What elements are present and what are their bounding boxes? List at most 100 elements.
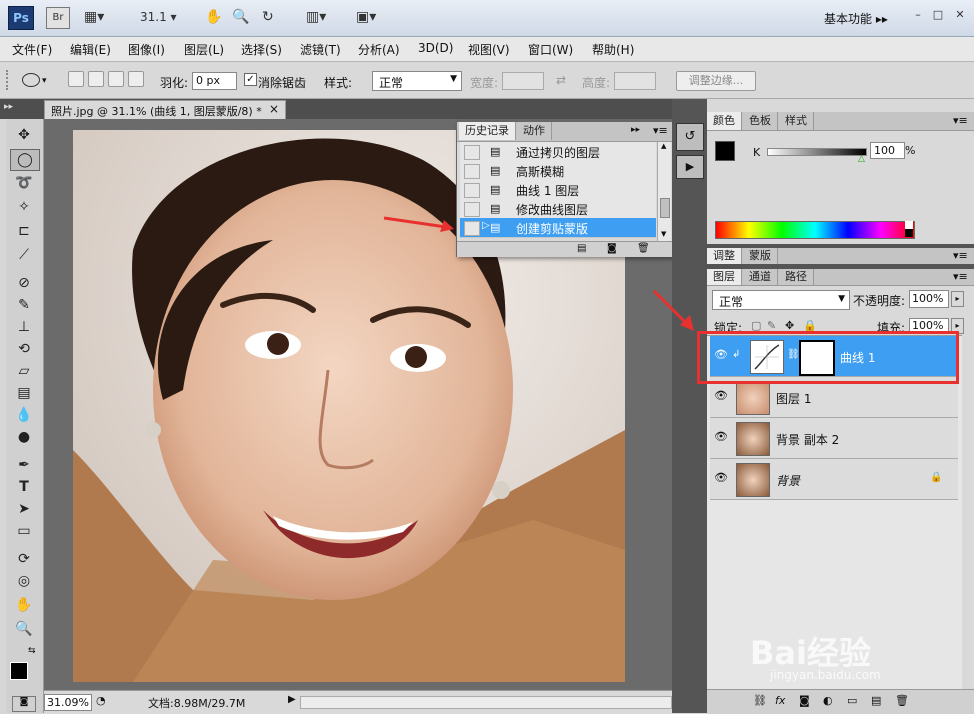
style-select[interactable]: 正常 ▼ [372, 71, 462, 91]
panel-menu-icon[interactable]: ▾≡ [953, 249, 968, 262]
menu-layer[interactable]: 图层(L) [184, 41, 224, 58]
refine-edge-button[interactable]: 调整边缘... [676, 71, 756, 91]
eye-icon[interactable]: 👁 [714, 389, 728, 403]
tab-layers[interactable]: 图层 [707, 269, 742, 285]
layer-row[interactable]: 👁 背景 副本 2 [710, 418, 958, 459]
menu-window[interactable]: 窗口(W) [528, 41, 573, 58]
scroll-thumb[interactable] [660, 198, 670, 218]
antialias-checkbox[interactable]: ✓ [244, 73, 257, 86]
layer-style-icon[interactable]: fx [775, 694, 785, 707]
close-button[interactable]: ✕ [950, 8, 970, 22]
brush-tool-icon[interactable]: ✎ [10, 295, 38, 315]
dodge-tool-icon[interactable]: ● [10, 427, 38, 447]
layer-row[interactable]: 👁 背景 🔒 [710, 459, 958, 500]
create-snapshot-icon[interactable]: ◙ [607, 243, 617, 254]
type-tool-icon[interactable]: T [10, 477, 38, 497]
black-white-swatch[interactable] [905, 221, 913, 237]
lasso-tool-icon[interactable]: ➰ [10, 173, 38, 193]
eraser-tool-icon[interactable]: ▱ [10, 361, 38, 381]
menu-3d[interactable]: 3D(D) [418, 41, 453, 55]
path-selection-tool-icon[interactable]: ➤ [10, 499, 38, 519]
trash-icon[interactable]: 🗑 [637, 243, 650, 254]
collapse-panel-icon[interactable]: ▸▸ [631, 125, 640, 135]
slider-handle-icon[interactable]: △ [858, 154, 865, 164]
hand-tool-icon[interactable]: ✋ [205, 8, 222, 26]
tab-color[interactable]: 颜色 [707, 112, 742, 130]
new-adjustment-layer-icon[interactable]: ◐ [823, 694, 833, 707]
menu-help[interactable]: 帮助(H) [592, 41, 634, 58]
add-selection-icon[interactable] [88, 71, 104, 87]
eye-icon[interactable]: 👁 [714, 430, 728, 444]
status-menu-arrow-icon[interactable]: ▶ [288, 694, 296, 705]
3d-rotate-tool-icon[interactable]: ⟳ [10, 549, 38, 569]
pen-tool-icon[interactable]: ✒ [10, 455, 38, 475]
history-brush-tool-icon[interactable]: ⟲ [10, 339, 38, 359]
history-snapshot-box[interactable] [464, 145, 480, 160]
zoom-field[interactable]: 31.09% [44, 694, 92, 711]
ellipse-marquee-tool-icon[interactable]: ◯ [10, 149, 40, 171]
eye-icon[interactable]: 👁 [714, 471, 728, 485]
history-row[interactable]: ▤ 曲线 1 图层 [460, 180, 656, 200]
quick-mask-icon[interactable]: ◙ [12, 696, 36, 712]
filmstrip-icon[interactable]: ▦▾ [84, 8, 104, 26]
width-input[interactable] [502, 72, 544, 90]
history-snapshot-box[interactable] [464, 202, 480, 217]
opacity-input[interactable]: 100% [909, 290, 949, 308]
tab-adjustments[interactable]: 调整 [707, 248, 742, 264]
blur-tool-icon[interactable]: 💧 [10, 405, 38, 425]
tab-swatches[interactable]: 色板 [743, 112, 778, 130]
restore-button[interactable]: □ [928, 8, 948, 22]
history-snapshot-box[interactable] [464, 183, 480, 198]
tab-channels[interactable]: 通道 [743, 269, 778, 285]
collapse-toolbox-icon[interactable]: ▸▸ [4, 102, 13, 112]
history-row[interactable]: ▤ 修改曲线图层 [460, 199, 656, 219]
k-slider-track[interactable] [767, 148, 867, 156]
tab-actions[interactable]: 动作 [517, 122, 552, 140]
new-group-icon[interactable]: ▭ [847, 694, 857, 707]
swap-colors-icon[interactable]: ⇆ [28, 646, 36, 656]
actions-panel-icon[interactable]: ▶ [676, 155, 704, 179]
tab-history[interactable]: 历史记录 [459, 122, 516, 140]
panel-menu-icon[interactable]: ▾≡ [653, 124, 668, 137]
arrange-documents-icon[interactable]: ▥▾ [306, 8, 326, 26]
feather-input[interactable]: 0 px [192, 72, 237, 90]
new-selection-icon[interactable] [68, 71, 84, 87]
workspace-switcher[interactable]: 基本功能 ▸▸ [824, 10, 888, 27]
eyedropper-tool-icon[interactable]: ⟋ [10, 245, 38, 265]
scroll-up-icon[interactable]: ▲ [661, 142, 666, 150]
zoom-tool-icon-2[interactable]: 🔍 [10, 619, 38, 639]
rotate-view-icon[interactable]: ↻ [262, 8, 274, 26]
k-value-input[interactable]: 100 [870, 142, 905, 159]
tab-styles[interactable]: 样式 [779, 112, 814, 130]
3d-orbit-tool-icon[interactable]: ◎ [10, 571, 38, 591]
foreground-color-swatch[interactable] [10, 662, 28, 680]
scroll-down-icon[interactable]: ▼ [661, 230, 666, 238]
history-row-selected[interactable]: ▷ ▤ 创建剪贴蒙版 [460, 218, 656, 238]
minimize-button[interactable]: – [908, 8, 928, 22]
tool-preset-arrow[interactable]: ▾ [42, 76, 47, 86]
history-snapshot-box[interactable] [464, 221, 480, 236]
hand-tool-icon-2[interactable]: ✋ [10, 595, 38, 615]
intersect-selection-icon[interactable] [128, 71, 144, 87]
color-panel-foreground[interactable] [715, 141, 735, 161]
blend-mode-select[interactable]: 正常 ▼ [712, 290, 850, 310]
rectangle-tool-icon[interactable]: ▭ [10, 521, 38, 541]
menu-edit[interactable]: 编辑(E) [70, 41, 111, 58]
history-row[interactable]: ▤ 高斯模糊 [460, 161, 656, 181]
menu-select[interactable]: 选择(S) [241, 41, 282, 58]
swap-icon[interactable]: ⇄ [556, 73, 566, 87]
move-tool-icon[interactable]: ✥ [10, 125, 38, 145]
panel-menu-icon[interactable]: ▾≡ [953, 114, 968, 127]
opacity-arrow-icon[interactable]: ▸ [951, 291, 964, 307]
menu-filter[interactable]: 滤镜(T) [300, 41, 341, 58]
history-panel-icon[interactable]: ↺ [676, 123, 704, 151]
magic-wand-tool-icon[interactable]: ✧ [10, 197, 38, 217]
close-tab-icon[interactable]: × [269, 102, 279, 116]
screen-mode-icon[interactable]: ▣▾ [356, 8, 376, 26]
ellipse-marquee-icon[interactable] [22, 73, 40, 87]
subtract-selection-icon[interactable] [108, 71, 124, 87]
clone-stamp-tool-icon[interactable]: ⊥ [10, 317, 38, 337]
tab-masks[interactable]: 蒙版 [743, 248, 778, 264]
color-spectrum-bar[interactable] [715, 221, 915, 239]
add-mask-icon[interactable]: ◙ [799, 694, 810, 707]
